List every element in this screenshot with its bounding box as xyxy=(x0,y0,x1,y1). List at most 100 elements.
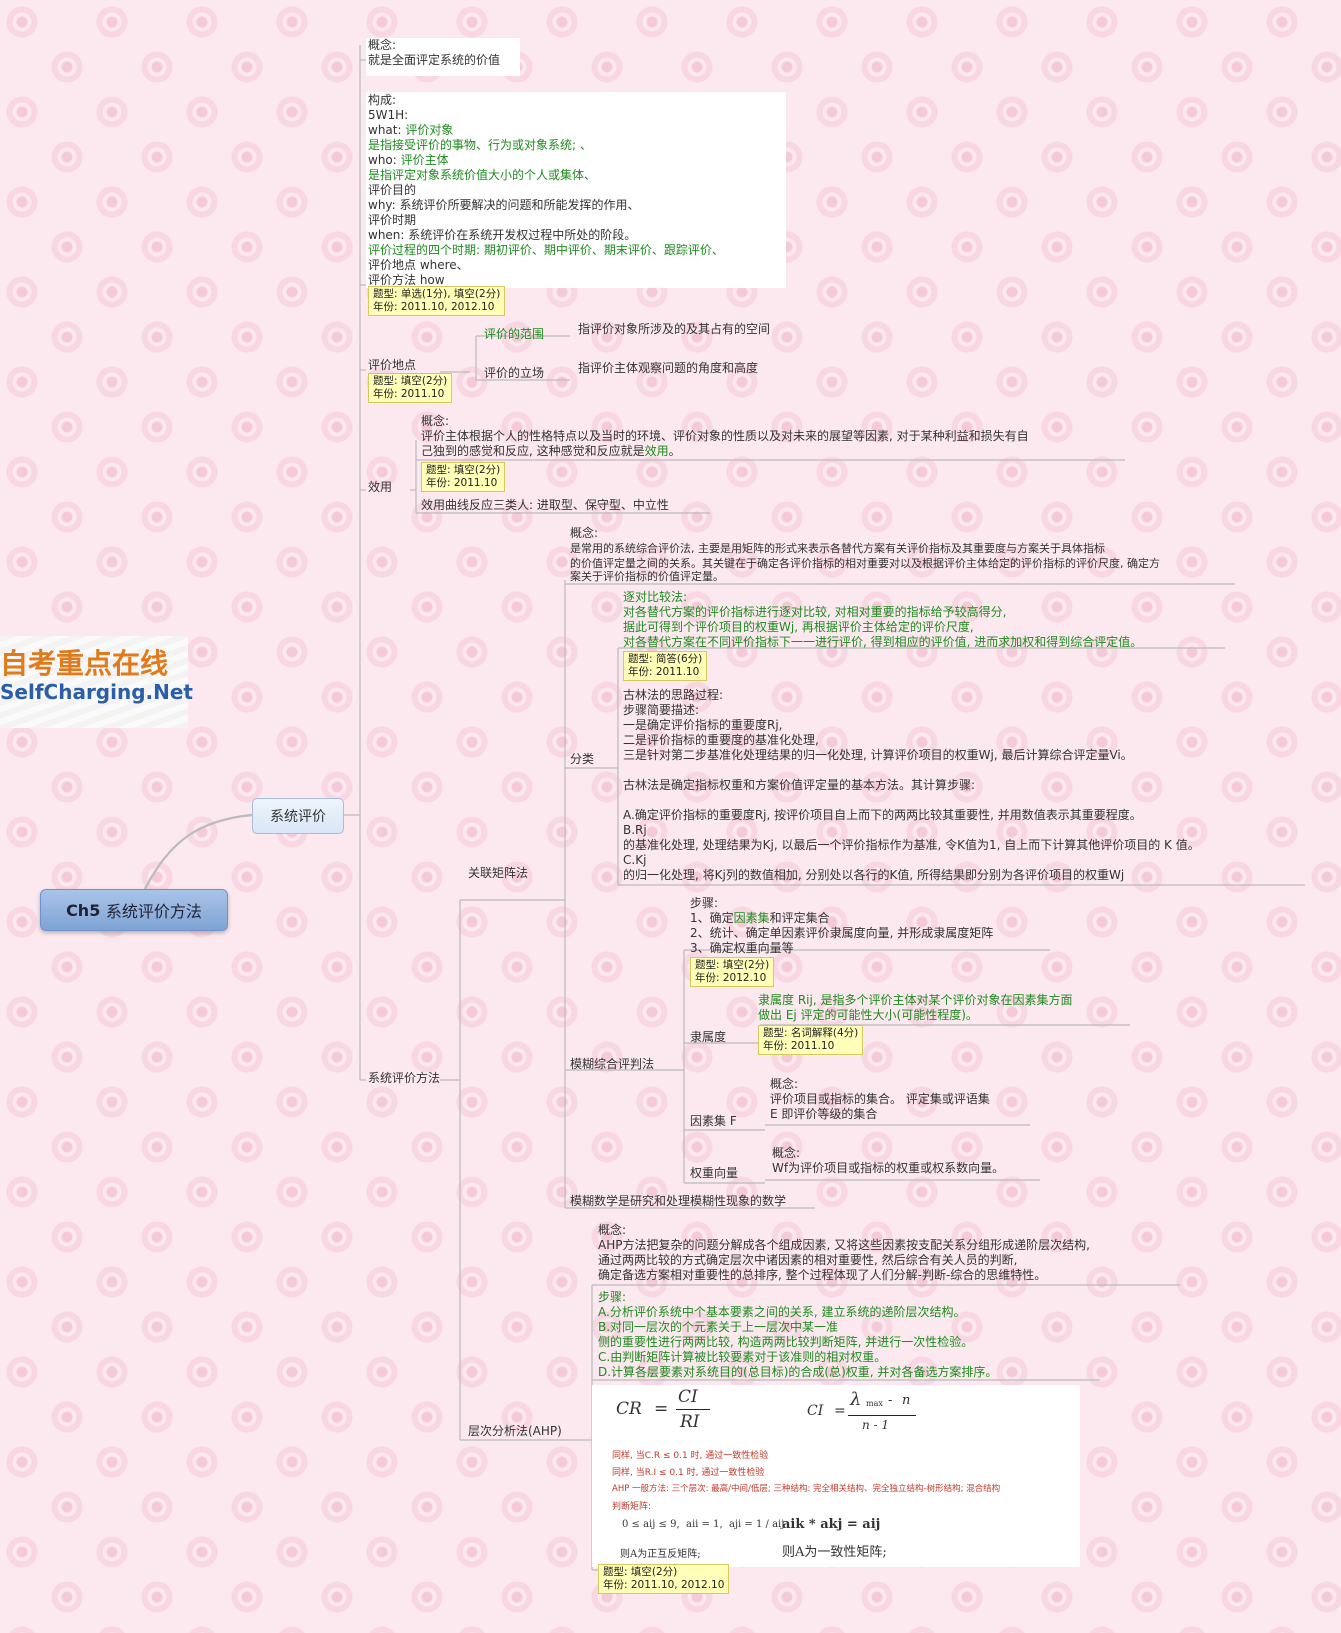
composition-line: 评价过程的四个时期: 期初评价、期中评价、期末评价、跟踪评价、 xyxy=(368,243,724,257)
formula-check2: 同样, 当R.I ≤ 0.1 时, 通过一致性检验 xyxy=(612,1468,765,1478)
utility-curve-text: 效用曲线反应三类人: 进取型、保守型、中立性 xyxy=(421,498,669,512)
formula-judge: 判断矩阵: xyxy=(612,1502,652,1512)
matrix-class-label[interactable]: 分类 xyxy=(570,752,594,767)
ahp-steps-line: C.由判断矩阵计算被比较要素对于该准则的相对权重。 xyxy=(598,1350,887,1364)
factor-line: 评价项目或指标的集合。 评定集或评语集 xyxy=(770,1092,990,1106)
ahp-concept-line: 通过两两比较的方式确定层次中诸因素的相对重要性, 然后综合有关人员的判断, xyxy=(598,1253,1018,1267)
formula-consistent: 则A为一致性矩阵; xyxy=(782,1545,887,1560)
concept-label: 概念: xyxy=(368,38,397,52)
ahp-note: 题型: 填空(2分) 年份: 2011.10, 2012.10 xyxy=(598,1564,730,1594)
fuzzy-math-text: 模糊数学是研究和处理模糊性现象的数学 xyxy=(570,1194,787,1208)
site-logo: 自考重点在线 SelfCharging.Net xyxy=(0,636,193,728)
gulin-line: 古林法的思路过程: xyxy=(623,688,724,702)
ahp-steps-line: B.对同一层次的个元素关于上一层次中某一准 xyxy=(598,1320,839,1334)
logo-en-text: SelfCharging.Net xyxy=(0,680,193,704)
gulin-line: 二是评价指标的重要度的基准化处理, xyxy=(623,733,819,747)
ahp-label[interactable]: 层次分析法(AHP) xyxy=(468,1424,562,1439)
composition-line: what: 评价对象 xyxy=(368,123,454,137)
formula-ri: RI xyxy=(680,1412,700,1432)
ahp-steps-line: A.分析评价系统中个基本要素之间的关系, 建立系统的递阶层次结构。 xyxy=(598,1305,966,1319)
composition-line: 5W1H: xyxy=(368,108,409,122)
utility-label[interactable]: 效用 xyxy=(368,480,392,495)
membership-line: 隶属度 Rij, 是指多个评价主体对某个评价对象在因素集方面 xyxy=(758,993,1073,1007)
fuzzy-steps-line: 1、确定因素集和评定集合 xyxy=(690,911,830,925)
ahp-concept-line: 确定备选方案相对重要性的总排序, 整个过程体现了人们分解-判断-综合的思维特性。 xyxy=(598,1268,1047,1282)
composition-line: 评价目的 xyxy=(368,183,417,197)
utility-concept-line: 己独到的感觉和反应, 这种感觉和反应就是效用。 xyxy=(421,444,681,458)
composition-line: 是指接受评价的事物、行为或对象系统; 、 xyxy=(368,138,592,152)
fuzzy-label[interactable]: 模糊综合评判法 xyxy=(570,1057,654,1072)
formula-general: AHP 一般方法: 三个层次: 最高/中间/低层; 三种结构: 完全相关结构、完… xyxy=(612,1484,1001,1494)
place-range-text: 指评价对象所涉及的及其占有的空间 xyxy=(578,322,771,336)
gulin-line: B.Rj xyxy=(623,823,647,837)
gulin-line: 步骤简要描述: xyxy=(623,703,700,717)
ahp-concept-line: AHP方法把复杂的问题分解成各个组成因素, 又将这些因素按支配关系分组形成递阶层… xyxy=(598,1238,1090,1252)
gulin-line: 古林法是确定指标权重和方案价值评定量的基本方法。其计算步骤: xyxy=(623,778,976,792)
composition-note: 题型: 单选(1分), 填空(2分) 年份: 2011.10, 2012.10 xyxy=(368,286,506,316)
membership-label[interactable]: 隶属度 xyxy=(690,1030,726,1045)
root-title: 系统评价方法 xyxy=(105,902,202,921)
methods-label[interactable]: 系统评价方法 xyxy=(368,1071,440,1086)
matrix-concept-label: 概念: xyxy=(570,526,599,540)
place-stand-text: 指评价主体观察问题的角度和高度 xyxy=(578,361,759,375)
fuzzy-note: 题型: 填空(2分) 年份: 2012.10 xyxy=(690,957,775,987)
ahp-steps-line: D.计算各层要素对系统目的(总目标)的合成(总)权重, 并对各备选方案排序。 xyxy=(598,1365,998,1379)
concept-text: 就是全面评定系统的价值 xyxy=(368,53,501,67)
factor-line: 概念: xyxy=(770,1077,799,1091)
matrix-concept-line: 是常用的系统综合评价法, 主要是用矩阵的形式来表示各替代方案有关评价指标及其重要… xyxy=(570,542,1105,555)
ahp-steps-line: 步骤: xyxy=(598,1290,627,1304)
place-stand-label[interactable]: 评价的立场 xyxy=(484,366,544,381)
ahp-steps-line: 侧的重要性进行两两比较, 构造两两比较判断矩阵, 并进行一次性检验。 xyxy=(598,1335,974,1349)
formula-eq2: = xyxy=(834,1403,846,1419)
fuzzy-steps-line: 2、统计、确定单因素评价隶属度向量, 并形成隶属度矩阵 xyxy=(690,926,994,940)
ahp-formula-image: CR = CI RI CI = λ max - n n - 1 同样, 当C.R… xyxy=(592,1385,1080,1567)
place-label[interactable]: 评价地点 xyxy=(368,358,416,373)
formula-ci-num: CI xyxy=(678,1387,698,1407)
gulin-line: 一是确定评价指标的重要度Rj, xyxy=(623,718,783,732)
gulin-line: 三是针对第二步基准化处理结果的归一化处理, 计算评价项目的权重Wj, 最后计算综… xyxy=(623,748,1133,762)
utility-concept-line: 评价主体根据个人的性格特点以及当时的环境、评价对象的性质以及对未来的展望等因素,… xyxy=(421,429,1029,443)
gulin-line: C.Kj xyxy=(623,853,647,867)
root-label: Ch5 xyxy=(66,900,101,920)
weight-line: Wf为评价项目或指标的权重或权系数向量。 xyxy=(772,1161,1005,1175)
formula-ci: CI xyxy=(807,1403,824,1419)
gulin-line: A.确定评价指标的重要度Rj, 按评价项目自上而下的两两比较其重要性, 并用数值… xyxy=(623,808,1142,822)
formula-lambda: λ xyxy=(850,1389,862,1410)
place-note: 题型: 填空(2分) 年份: 2011.10 xyxy=(368,373,453,403)
weight-line: 概念: xyxy=(772,1146,801,1160)
factor-line: E 即评价等级的集合 xyxy=(770,1107,878,1121)
formula-n: n xyxy=(902,1393,911,1408)
membership-line: 做出 Ej 评定的可能性大小(可能性程度)。 xyxy=(758,1008,978,1022)
root-node[interactable]: Ch5 系统评价方法 xyxy=(40,889,228,931)
composition-line: 是指评定对象系统价值大小的个人或集体、 xyxy=(368,168,597,182)
formula-check1: 同样, 当C.R ≤ 0.1 时, 通过一致性检验 xyxy=(612,1451,769,1461)
formula-cond: 0 ≤ aij ≤ 9, aii = 1, aji = 1 / aij xyxy=(622,1519,785,1530)
formula-cr: CR xyxy=(616,1399,642,1419)
weight-label[interactable]: 权重向量 xyxy=(690,1166,738,1181)
factor-label[interactable]: 因素集 F xyxy=(690,1114,737,1129)
formula-n-minus-1: n - 1 xyxy=(862,1418,890,1432)
formula-prod: aik * akj = aij xyxy=(782,1517,881,1532)
fraction-bar xyxy=(848,1415,916,1416)
formula-max: max xyxy=(866,1399,883,1408)
gulin-line: 的基准化处理, 处理结果为Kj, 以最后一个评价指标作为基准, 令K值为1, 自… xyxy=(623,838,1200,852)
composition-line: when: 系统评价在系统开发权过程中所处的阶段。 xyxy=(368,228,637,242)
utility-concept-label: 概念: xyxy=(421,414,450,428)
logo-cn-text: 自考重点在线 xyxy=(0,647,169,680)
matrix-label[interactable]: 关联矩阵法 xyxy=(468,866,528,881)
ahp-concept-line: 概念: xyxy=(598,1223,627,1237)
composition-line: 构成: xyxy=(368,93,397,107)
fuzzy-steps-line: 3、确定权重向量等 xyxy=(690,941,794,955)
composition-line: 评价时期 xyxy=(368,213,417,227)
main-topic-label: 系统评价 xyxy=(270,809,326,825)
pairwise-line: 对各替代方案在不同评价指标下一一进行评价, 得到相应的评价值, 进而求加权和得到… xyxy=(623,635,1143,649)
main-topic-node[interactable]: 系统评价 xyxy=(252,798,344,834)
composition-line: who: 评价主体 xyxy=(368,153,449,167)
place-range-label[interactable]: 评价的范围 xyxy=(484,327,544,342)
gulin-line: 的归一化处理, 将Kj列的数值相加, 分别处以各行的K值, 所得结果即分别为各评… xyxy=(623,868,1125,882)
fraction-bar xyxy=(676,1409,710,1410)
formula-minus: - xyxy=(888,1393,893,1408)
formula-recip: 则A为正互反矩阵; xyxy=(620,1549,701,1560)
matrix-concept-line: 案关于评价指标的价值评定量。 xyxy=(570,570,724,583)
matrix-note: 题型: 简答(6分) 年份: 2011.10 xyxy=(623,651,708,681)
